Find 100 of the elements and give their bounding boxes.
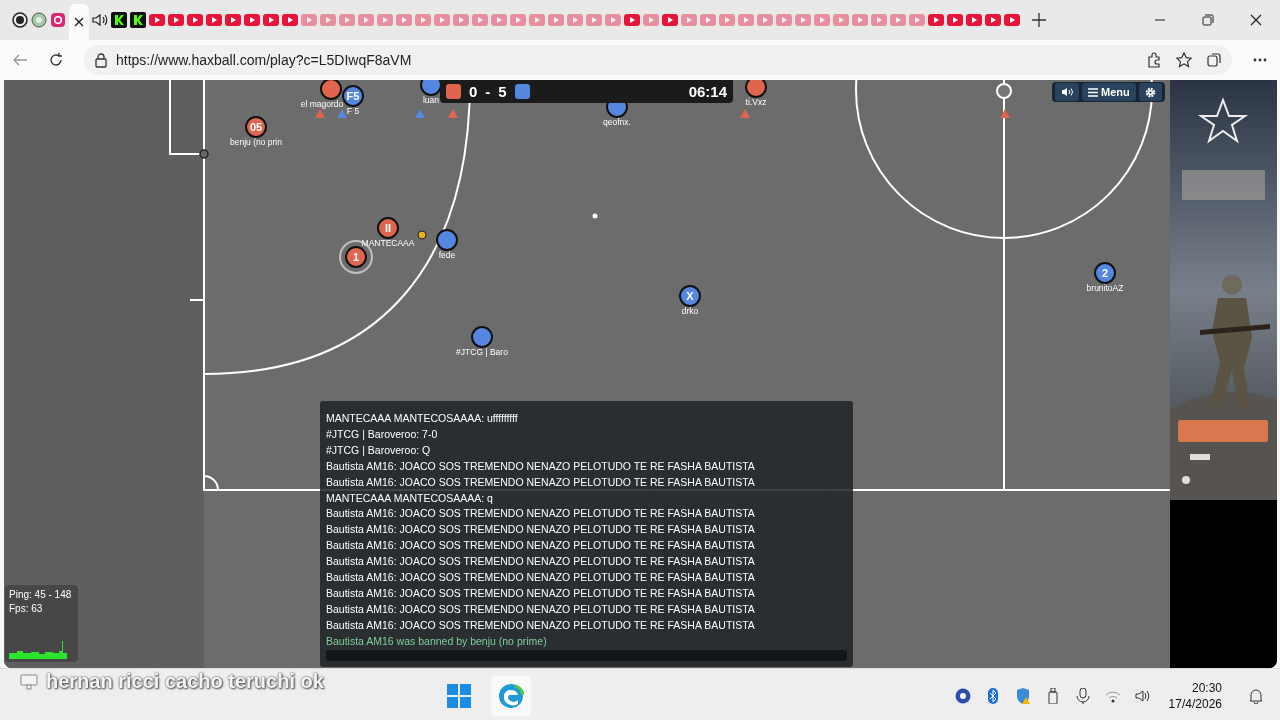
video-play-icon <box>377 14 393 26</box>
ping-text: Ping: 45 - 148 <box>9 588 73 602</box>
video-play-icon <box>928 14 944 26</box>
match-timer: 06:14 <box>688 83 727 100</box>
tab[interactable] <box>69 4 89 40</box>
player-name: F 5 <box>346 106 360 116</box>
video-play-icon <box>339 14 355 26</box>
tab[interactable] <box>130 12 146 28</box>
player-name: #JTCG | Baro <box>456 347 508 357</box>
back-icon[interactable] <box>12 52 28 68</box>
chat-message: MANTECAAA MANTECOSAAAA: ufffffffff <box>326 411 519 426</box>
speaker-icon[interactable] <box>1134 688 1151 704</box>
video-play-icon <box>567 14 583 26</box>
kick-icon <box>111 12 127 28</box>
player-disc: II <box>377 217 399 239</box>
video-play-icon <box>833 14 849 26</box>
video-play-icon <box>719 14 735 26</box>
menu-button[interactable]: Menu <box>1082 83 1136 101</box>
video-play-icon <box>643 14 659 26</box>
chat-message: Bautista AM16: JOACO SOS TREMENDO NENAZO PELOTUDO TE RE FASHA BAUTISTA <box>326 617 756 633</box>
chat-message: Bautista AM16: JOACO SOS TREMENDO NENAZO PELOTUDO TE RE FASHA BAUTISTA <box>326 601 756 617</box>
video-play-icon <box>149 14 165 26</box>
controller-icon[interactable] <box>954 688 971 704</box>
video-play-icon <box>662 14 678 26</box>
kick-icon <box>130 12 146 28</box>
player-name: benju (no prin <box>230 137 282 147</box>
address-field[interactable]: https://www.haxball.com/play?c=L5DIwqF8aVM <box>84 45 1232 75</box>
clock-date: 17/4/2026 <box>1168 696 1222 712</box>
video-play-icon <box>548 14 564 26</box>
speaker-icon <box>91 12 109 28</box>
tab[interactable] <box>12 12 28 28</box>
restore-icon[interactable] <box>1201 13 1215 27</box>
player-disc: 05 <box>245 116 267 138</box>
camera-icon <box>50 12 66 28</box>
player-name: brunitoAZ <box>1086 283 1124 293</box>
video-play-icon <box>852 14 868 26</box>
browser-taskbar-button[interactable] <box>491 676 532 716</box>
ball-icon <box>31 12 47 28</box>
menu-icon <box>1088 87 1098 97</box>
video-play-icon <box>757 14 773 26</box>
kick-indicator <box>417 230 427 240</box>
stream-caption: hernan ricci cacho teruchi ok <box>46 670 324 693</box>
refresh-icon[interactable] <box>48 52 64 68</box>
tab[interactable] <box>92 12 108 28</box>
chat-message: MANTECAAA MANTECOSAAAA: q <box>326 490 494 506</box>
settings-button[interactable] <box>1138 83 1162 101</box>
microphone-icon[interactable] <box>1074 688 1091 704</box>
star-icon[interactable] <box>1176 52 1192 68</box>
video-play-icon <box>871 14 887 26</box>
sound-button[interactable] <box>1055 83 1079 101</box>
video-play-icon <box>966 14 982 26</box>
new-tab-icon[interactable] <box>1032 13 1046 27</box>
video-play-icon <box>187 14 203 26</box>
collections-icon[interactable] <box>1206 52 1222 68</box>
chat-message: Bautista AM16: JOACO SOS TREMENDO NENAZO PELOTUDO TE RE FASHA BAUTISTA <box>326 538 756 554</box>
player-disc: F5 <box>342 85 364 107</box>
tab[interactable] <box>111 12 127 28</box>
shield-warning-icon[interactable] <box>1014 688 1031 704</box>
video-play-icon <box>244 14 260 26</box>
video-play-icon <box>624 14 640 26</box>
video-play-icon <box>529 14 545 26</box>
chat-message: Bautista AM16: JOACO SOS TREMENDO NENAZO PELOTUDO TE RE FASHA BAUTISTA <box>326 522 756 538</box>
lock-icon <box>94 52 108 68</box>
video-play-icon <box>985 14 1001 26</box>
chat-message: Bautista AM16: JOACO SOS TREMENDO NENAZO PELOTUDO TE RE FASHA BAUTISTA <box>326 506 756 522</box>
video-play-icon <box>168 14 184 26</box>
video-play-icon <box>1004 14 1020 26</box>
player-name: qeofnx. <box>603 117 631 127</box>
video-play-icon <box>434 14 450 26</box>
bell-icon[interactable] <box>1248 688 1264 704</box>
player-name: luan <box>422 95 440 105</box>
chat-message: Bautista AM16: JOACO SOS TREMENDO NENAZO PELOTUDO TE RE FASHA BAUTISTA <box>326 554 756 570</box>
ball <box>996 83 1012 99</box>
start-icon[interactable] <box>447 684 472 708</box>
chat-message: Bautista AM16: JOACO SOS TREMENDO NENAZO PELOTUDO TE RE FASHA BAUTISTA <box>326 474 756 490</box>
video-play-icon <box>472 14 488 26</box>
player-name: drko <box>681 306 699 316</box>
settings-icon <box>1144 86 1156 98</box>
video-play-icon <box>681 14 697 26</box>
player-name: MANTECAAA <box>361 238 415 248</box>
system-notice: Bautista AM16 was banned by benju (no prime) <box>326 633 548 649</box>
chat-message: #JTCG | Baroveroo: Q <box>326 442 432 458</box>
close-icon <box>72 15 86 29</box>
video-play-icon <box>263 14 279 26</box>
player-disc: X <box>679 285 701 307</box>
video-play-icon <box>605 14 621 26</box>
record-icon <box>12 12 28 28</box>
close-icon[interactable] <box>1249 13 1263 27</box>
chat-message: Bautista AM16: JOACO SOS TREMENDO NENAZO PELOTUDO TE RE FASHA BAUTISTA <box>326 585 756 601</box>
video-play-icon <box>700 14 716 26</box>
player-disc: 1 <box>345 246 367 268</box>
team-swatch <box>446 84 461 99</box>
fps-text: Fps: 63 <box>9 602 44 616</box>
video-play-icon <box>909 14 925 26</box>
clock[interactable]: 20:30 17/4/2026 <box>1168 680 1222 712</box>
video-play-icon <box>738 14 754 26</box>
extension-icon[interactable] <box>1146 52 1162 68</box>
chat-message: Bautista AM16: JOACO SOS TREMENDO NENAZO PELOTUDO TE RE FASHA BAUTISTA <box>326 458 756 474</box>
video-play-icon <box>776 14 792 26</box>
video-play-icon <box>586 14 602 26</box>
